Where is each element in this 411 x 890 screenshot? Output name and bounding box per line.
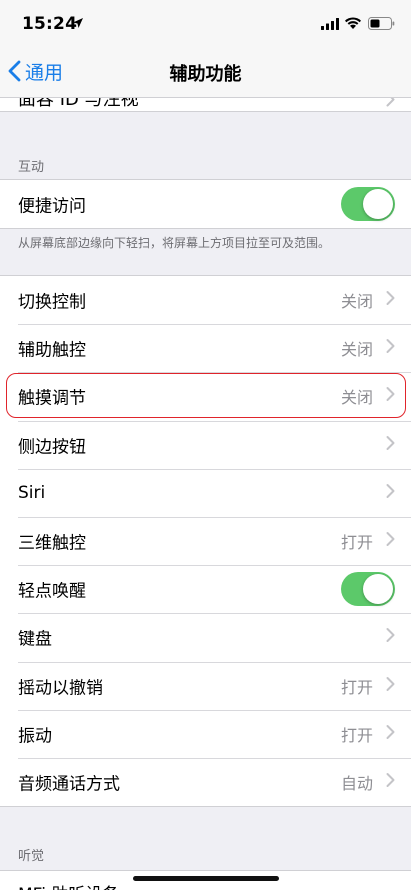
settings-row-label: 轻点唤醒: [18, 581, 86, 602]
chevron-right-icon: [386, 483, 395, 498]
chevron-right-icon: [386, 676, 395, 691]
list-item-label: 面容 ID 与注视: [18, 98, 139, 110]
chevron-right-icon-wrap: [386, 387, 395, 406]
chevron-right-icon-wrap: [386, 483, 395, 502]
chevron-right-icon-wrap: [386, 628, 395, 647]
chevron-right-icon: [386, 98, 395, 107]
reachability-toggle[interactable]: [341, 187, 395, 222]
settings-list: 切换控制 关闭 辅助触控 关闭 触摸调节 关闭 侧边按钮 Siri 三维触控 打开 轻点唤醒 键盘 摇动…: [0, 275, 411, 808]
settings-row[interactable]: 触摸调节 关闭: [0, 372, 411, 420]
settings-row-value: 关闭: [340, 340, 373, 360]
toggle-knob: [363, 189, 393, 220]
chevron-right-icon: [386, 387, 395, 402]
settings-row[interactable]: 轻点唤醒: [0, 565, 411, 613]
settings-row[interactable]: 摇动以撤销 打开: [0, 661, 411, 710]
signal-icon: [321, 18, 339, 30]
reachability-group: 便捷访问: [0, 179, 411, 230]
settings-row-label: 触摸调节: [18, 388, 86, 409]
settings-row[interactable]: Siri: [0, 468, 411, 517]
settings-row-label: 键盘: [18, 629, 52, 650]
status-time: 15:24: [22, 14, 78, 34]
settings-row-label: 音频通话方式: [18, 774, 120, 795]
settings-row[interactable]: 振动 打开: [0, 709, 411, 758]
section-header-interaction: 互动: [18, 160, 45, 175]
settings-row[interactable]: 音频通话方式 自动: [0, 757, 411, 806]
settings-row[interactable]: 辅助触控 关闭: [0, 324, 411, 372]
chevron-right-icon-wrap: [386, 676, 395, 695]
list-item-label: MFi 助听设备: [18, 880, 119, 890]
settings-row-label: 振动: [18, 726, 52, 747]
chevron-right-icon-wrap: [386, 291, 395, 310]
settings-row-label: 三维触控: [18, 533, 86, 554]
settings-row-value: 打开: [340, 725, 373, 745]
settings-row-value: 自动: [340, 773, 373, 793]
settings-row[interactable]: 键盘: [0, 613, 411, 661]
battery-icon: [368, 17, 395, 30]
list-item[interactable]: 面容 ID 与注视: [0, 98, 411, 112]
settings-row[interactable]: 三维触控 打开: [0, 516, 411, 565]
settings-row-label: 辅助触控: [18, 340, 86, 361]
reachability-footnote: 从屏幕底部边缘向下轻扫，将屏幕上方项目拉至可及范围。: [18, 236, 331, 250]
chevron-right-icon-wrap: [386, 435, 395, 454]
status-bar: 15:24: [0, 0, 411, 46]
chevron-right-icon: [386, 339, 395, 354]
settings-row-label: 侧边按钮: [18, 437, 86, 458]
settings-row-label: 切换控制: [18, 292, 86, 313]
wifi-icon: [345, 17, 361, 29]
settings-row-value: 打开: [340, 677, 373, 697]
chevron-right-icon-wrap: [386, 532, 395, 551]
settings-row-value: 打开: [340, 533, 373, 553]
chevron-right-icon-wrap: [386, 772, 395, 791]
toggle-switch[interactable]: [341, 572, 395, 607]
navigation-bar: 通用 辅助功能: [0, 46, 411, 98]
chevron-right-icon: [386, 628, 395, 643]
section-header-hearing: 听觉: [18, 849, 45, 864]
chevron-right-icon: [386, 435, 395, 450]
chevron-right-icon: [386, 772, 395, 787]
chevron-right-icon: [386, 291, 395, 306]
chevron-right-icon-wrap: [386, 724, 395, 743]
chevron-right-icon: [386, 532, 395, 547]
settings-row-value: 关闭: [340, 292, 373, 312]
page-title: 辅助功能: [169, 64, 242, 85]
location-arrow-icon: [73, 18, 83, 28]
chevron-right-icon-wrap: [386, 339, 395, 358]
reachability-label: 便捷访问: [18, 196, 86, 217]
toggle-knob: [363, 574, 393, 605]
settings-row-label: Siri: [18, 482, 46, 503]
home-indicator[interactable]: [133, 876, 279, 881]
settings-row[interactable]: 切换控制 关闭: [0, 276, 411, 324]
settings-row-label: 摇动以撤销: [18, 678, 103, 699]
chevron-right-icon: [386, 724, 395, 739]
settings-row[interactable]: 侧边按钮: [0, 420, 411, 469]
reachability-row: 便捷访问: [0, 180, 411, 228]
settings-row-value: 关闭: [340, 388, 373, 408]
